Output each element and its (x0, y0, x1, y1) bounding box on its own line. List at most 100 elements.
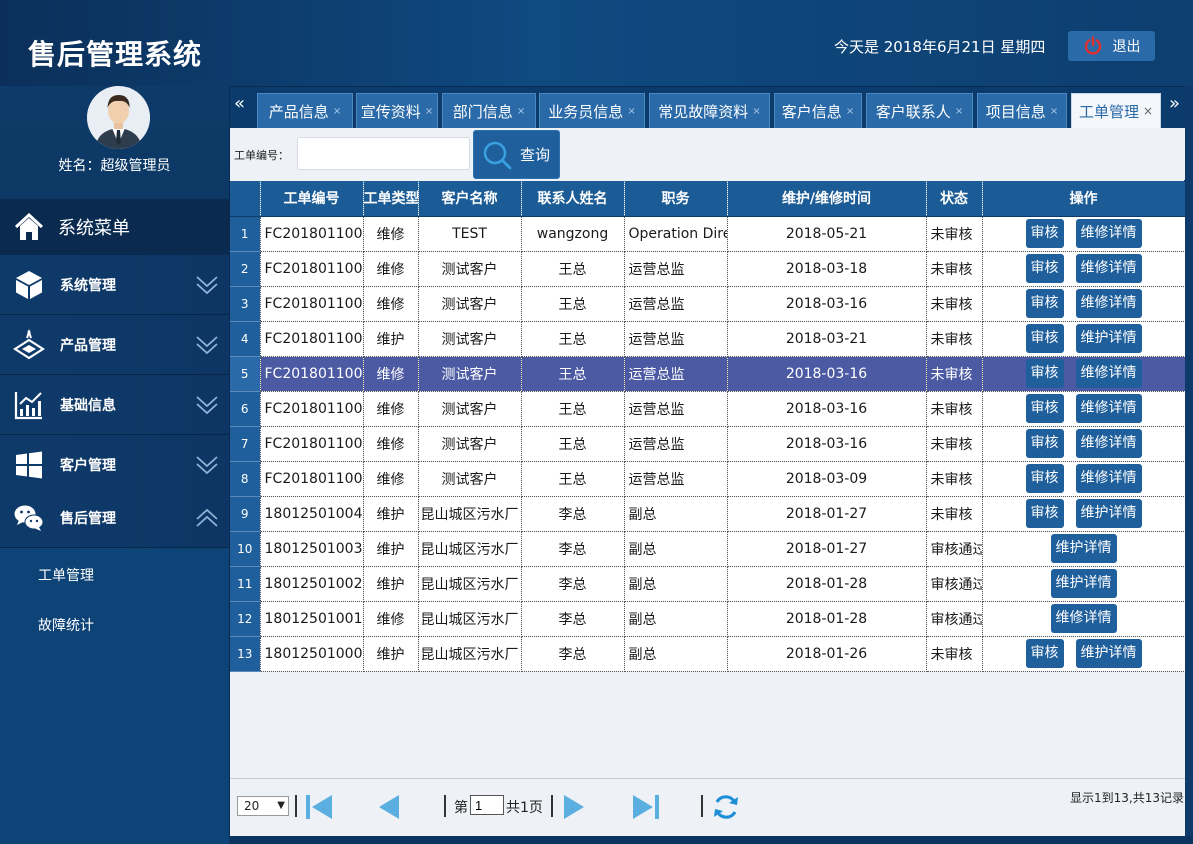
row-number: 6 (230, 391, 261, 427)
column-header[interactable]: 职务 (624, 181, 728, 217)
details-button[interactable]: 维护详情 (1075, 499, 1142, 528)
table-row[interactable]: 11 18012501002 维护 昆山城区污水厂 李总 副总 2018-01-28 审核通过… (230, 566, 1186, 602)
submenu-fault-statistics[interactable]: 故障统计 (38, 615, 94, 635)
close-icon[interactable]: × (1143, 104, 1153, 118)
chevron-down-icon (196, 456, 218, 475)
review-button[interactable]: 审核 (1025, 429, 1064, 458)
close-icon[interactable]: × (333, 106, 341, 117)
tab-customer-info[interactable]: 客户信息 × (774, 93, 862, 128)
table-row[interactable]: 8 FC201801100 维修 测试客户 王总 运营总监 2018-03-09 未审核 审核维… (230, 461, 1186, 497)
details-button[interactable]: 维护详情 (1050, 569, 1117, 598)
query-button[interactable]: 查询 (473, 130, 560, 179)
column-header[interactable]: 工单编号 (260, 181, 364, 217)
tab-scroll-right-icon[interactable]: » (1169, 93, 1180, 114)
review-button[interactable]: 审核 (1025, 289, 1064, 318)
submenu-work-order[interactable]: 工单管理 (38, 565, 94, 585)
table-row[interactable]: 6 FC201801100 维修 测试客户 王总 运营总监 2018-03-16 未审核 审核维… (230, 391, 1186, 427)
table-row[interactable]: 7 FC201801100 维修 测试客户 王总 运营总监 2018-03-16 未审核 审核维… (230, 426, 1186, 462)
cell-order-type: 维护 (363, 566, 419, 602)
cell-job-title: 运营总监 (624, 461, 728, 497)
refresh-icon[interactable] (710, 791, 742, 823)
cell-order-type: 维修 (363, 426, 419, 462)
cell-service-date: 2018-01-27 (727, 496, 927, 532)
review-button[interactable]: 审核 (1025, 254, 1064, 283)
menu-item-system[interactable]: 系统管理 (0, 255, 229, 315)
cell-service-date: 2018-03-21 (727, 321, 927, 357)
details-button[interactable]: 维护详情 (1050, 534, 1117, 563)
cell-customer-name: 测试客户 (418, 391, 522, 427)
review-button[interactable]: 审核 (1025, 219, 1064, 248)
column-header[interactable]: 客户名称 (418, 181, 522, 217)
work-order-no-input[interactable] (297, 137, 470, 170)
table-row[interactable]: 12 18012501001 维修 昆山城区污水厂 李总 副总 2018-01-28 审核通过… (230, 601, 1186, 637)
column-header[interactable]: 工单类型 (363, 181, 419, 217)
details-button[interactable]: 维修详情 (1075, 254, 1142, 283)
menu-item-basic-info[interactable]: 基础信息 (0, 375, 229, 435)
details-button[interactable]: 维护详情 (1075, 639, 1142, 668)
tab-project-info[interactable]: 项目信息 × (977, 93, 1067, 128)
first-page-icon[interactable] (303, 791, 335, 823)
column-header[interactable]: 维护/维修时间 (727, 181, 927, 217)
chevron-down-icon (196, 396, 218, 415)
details-button[interactable]: 维修详情 (1075, 394, 1142, 423)
tab-label: 常见故障资料 (658, 102, 749, 121)
details-button[interactable]: 维护详情 (1075, 324, 1142, 353)
details-button[interactable]: 维修详情 (1075, 219, 1142, 248)
review-button[interactable]: 审核 (1025, 359, 1064, 388)
cell-work-order-no: FC201801100 (260, 251, 364, 287)
table-row[interactable]: 2 FC201801100 维修 测试客户 王总 运营总监 2018-03-18 未审核 审核维… (230, 251, 1186, 287)
menu-item-customer[interactable]: 客户管理 (0, 435, 229, 495)
tab-promo-materials[interactable]: 宣传资料 × (356, 93, 438, 128)
details-button[interactable]: 维修详情 (1050, 604, 1117, 633)
wechat-icon (12, 501, 46, 535)
close-icon[interactable]: × (1050, 106, 1058, 117)
prev-page-icon[interactable] (373, 791, 405, 823)
table-row[interactable]: 1FC201801100维修TESTwangzongOperation Dire… (230, 216, 1186, 252)
review-button[interactable]: 审核 (1025, 394, 1064, 423)
table-row[interactable]: 3 FC201801100 维修 测试客户 王总 运营总监 2018-03-16 未审核 审核维… (230, 286, 1186, 322)
tab-salesperson-info[interactable]: 业务员信息 × (539, 93, 645, 128)
row-number: 12 (230, 601, 261, 637)
review-button[interactable]: 审核 (1025, 464, 1064, 493)
next-page-icon[interactable] (558, 791, 590, 823)
tab-scroll-left-icon[interactable]: « (234, 93, 245, 114)
cell-actions: 维护详情 (982, 531, 1186, 567)
table-row[interactable]: 13 18012501000 维护 昆山城区污水厂 李总 副总 2018-01-26 未审核审… (230, 636, 1186, 672)
close-icon[interactable]: × (425, 106, 433, 117)
tab-department-info[interactable]: 部门信息 × (442, 93, 536, 128)
cell-job-title: 副总 (624, 636, 728, 672)
tab-label: 部门信息 (452, 102, 513, 121)
details-button[interactable]: 维修详情 (1075, 289, 1142, 318)
table-row[interactable]: 9 18012501004 维护 昆山城区污水厂 李总 副总 2018-01-27 未审核 审核… (230, 496, 1186, 532)
menu-item-after-sales[interactable]: 售后管理 (0, 488, 229, 548)
table-header: 工单编号 工单类型 客户名称 联系人姓名 职务 维护/维修时间 状态 操作 (230, 181, 1186, 217)
review-button[interactable]: 审核 (1025, 499, 1064, 528)
column-header[interactable]: 状态 (926, 181, 983, 217)
table-row[interactable]: 4 FC201801100 维护 测试客户 王总 运营总监 2018-03-21 未审核 审核维… (230, 321, 1186, 357)
review-button[interactable]: 审核 (1025, 324, 1064, 353)
logout-button[interactable]: 退出 (1068, 31, 1155, 61)
cell-customer-name: 昆山城区污水厂 (418, 496, 522, 532)
menu-item-product[interactable]: 产品管理 (0, 315, 229, 375)
details-button[interactable]: 维修详情 (1075, 429, 1142, 458)
close-icon[interactable]: × (846, 106, 854, 117)
review-button[interactable]: 审核 (1025, 639, 1064, 668)
cell-job-title: 副总 (624, 496, 728, 532)
close-icon[interactable]: × (752, 106, 760, 117)
cell-job-title: 运营总监 (624, 391, 728, 427)
close-icon[interactable]: × (955, 106, 963, 117)
page-size-select[interactable]: 20 ▼ (237, 796, 289, 816)
details-button[interactable]: 维修详情 (1075, 464, 1142, 493)
tab-common-faults[interactable]: 常见故障资料 × (649, 93, 770, 128)
table-row[interactable]: 10 18012501003 维护 昆山城区污水厂 李总 副总 2018-01-27 审核通过… (230, 531, 1186, 567)
tab-product-info[interactable]: 产品信息 × (257, 93, 353, 128)
tab-work-order-management[interactable]: 工单管理 × (1071, 93, 1161, 128)
page-number-input[interactable] (470, 795, 504, 815)
details-button[interactable]: 维修详情 (1075, 359, 1142, 388)
tab-customer-contacts[interactable]: 客户联系人 × (866, 93, 973, 128)
table-row[interactable]: 5 FC201801100 维修 测试客户 王总 运营总监 2018-03-16 未审核 审核维… (230, 356, 1186, 392)
close-icon[interactable]: × (627, 106, 635, 117)
column-header[interactable]: 联系人姓名 (521, 181, 625, 217)
close-icon[interactable]: × (517, 106, 525, 117)
last-page-icon[interactable] (630, 791, 662, 823)
